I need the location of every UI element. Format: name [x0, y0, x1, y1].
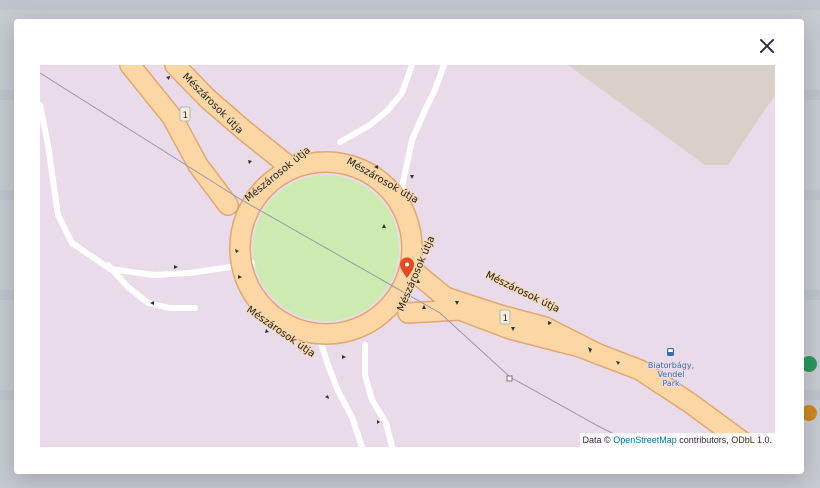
- poi-name-line: Vendel: [657, 370, 684, 379]
- map-canvas: Mészárosok útja Mészárosok útja Mészáros…: [40, 65, 775, 447]
- osm-link[interactable]: OpenStreetMap: [613, 435, 677, 445]
- poi-name-line: Biatorbágy,: [648, 361, 694, 370]
- bus-stop-icon: [667, 348, 674, 356]
- route-shield: 1: [179, 106, 191, 122]
- map-view[interactable]: Mészárosok útja Mészárosok útja Mészáros…: [40, 65, 775, 447]
- boundary-node: [506, 375, 513, 382]
- route-ref-label: 1: [503, 314, 509, 324]
- poi-name-line: Park: [662, 379, 680, 388]
- route-ref-label: 1: [183, 111, 189, 121]
- route-shield: 1: [499, 309, 511, 325]
- attribution-suffix: contributors, ODbL 1.0.: [679, 435, 772, 445]
- close-button[interactable]: [756, 35, 778, 57]
- map-modal: Mészárosok útja Mészárosok útja Mészáros…: [14, 19, 804, 474]
- map-attribution: Data © OpenStreetMap contributors, ODbL …: [579, 433, 775, 447]
- close-icon: [760, 39, 774, 53]
- attribution-prefix: Data ©: [582, 435, 611, 445]
